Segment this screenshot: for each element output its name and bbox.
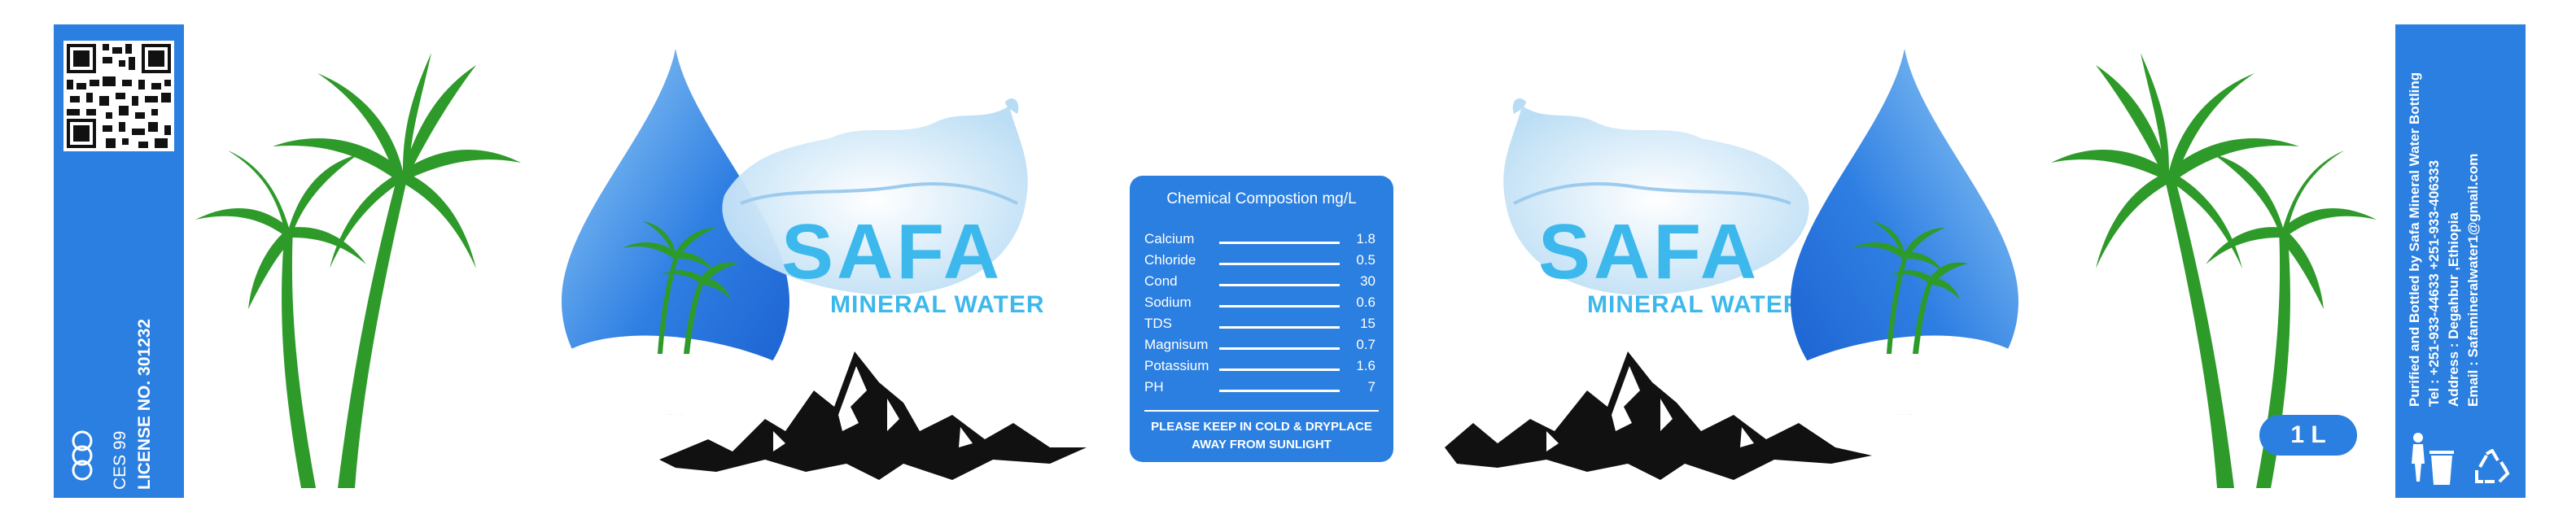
chem-name: Calcium bbox=[1144, 231, 1195, 246]
chem-leader-line bbox=[1219, 284, 1340, 286]
chem-value: 7 bbox=[1367, 379, 1375, 395]
chem-value: 15 bbox=[1360, 316, 1375, 331]
chemical-composition-panel: Chemical Compostion mg/L Calcium 1.8 Chl… bbox=[1130, 176, 1393, 462]
chem-row: Chloride 0.5 bbox=[1144, 252, 1375, 272]
chem-name: Magnisum bbox=[1144, 337, 1209, 352]
chem-leader-line bbox=[1219, 369, 1340, 371]
qr-code bbox=[63, 41, 174, 151]
chem-leader-line bbox=[1219, 347, 1340, 350]
chem-name: TDS bbox=[1144, 316, 1172, 331]
water-drop-right bbox=[1791, 49, 2018, 415]
chem-value: 30 bbox=[1360, 273, 1375, 289]
chem-name: Chloride bbox=[1144, 252, 1196, 268]
chem-leader-line bbox=[1219, 242, 1340, 244]
license-number: LICENSE NO. 301232 bbox=[135, 318, 154, 490]
chem-divider bbox=[1144, 410, 1379, 412]
address-info: Address : Degahbur ,Ethiopia bbox=[2446, 212, 2461, 407]
brand-name-right: SAFA bbox=[1538, 208, 1760, 295]
volume-badge: 1 L bbox=[2259, 415, 2357, 456]
recycle-icon bbox=[2475, 449, 2510, 483]
bottler-info: Purified and Bottled by Safa Mineral Wat… bbox=[2407, 72, 2422, 407]
chem-row: Cond 30 bbox=[1144, 273, 1375, 293]
chem-leader-line bbox=[1219, 263, 1340, 265]
chem-name: Cond bbox=[1144, 273, 1178, 289]
standards-mark-icon bbox=[72, 430, 93, 481]
chem-name: Sodium bbox=[1144, 294, 1192, 310]
email-info: Email : Safamineralwater1@gmail.com bbox=[2465, 153, 2481, 407]
chem-leader-line bbox=[1219, 305, 1340, 307]
chem-row: Potassium 1.6 bbox=[1144, 358, 1375, 377]
right-info-strip: Purified and Bottled by Safa Mineral Wat… bbox=[2395, 24, 2526, 498]
chem-row: PH 7 bbox=[1144, 379, 1375, 399]
left-info-strip: CES 99 LICENSE NO. 301232 bbox=[54, 24, 184, 498]
chem-name: Potassium bbox=[1144, 358, 1209, 373]
chem-value: 1.8 bbox=[1356, 231, 1375, 246]
chem-row: Calcium 1.8 bbox=[1144, 231, 1375, 251]
chem-value: 0.7 bbox=[1356, 337, 1375, 352]
mountains-left bbox=[659, 351, 1087, 480]
storage-note-line2: AWAY FROM SUNLIGHT bbox=[1192, 438, 1332, 451]
dispose-in-bin-icon bbox=[2412, 433, 2454, 485]
brand-name-left: SAFA bbox=[781, 208, 1004, 295]
storage-note-line1: PLEASE KEEP IN COLD & DRYPLACE bbox=[1151, 420, 1372, 434]
chem-leader-line bbox=[1219, 390, 1340, 392]
chem-name: PH bbox=[1144, 379, 1164, 395]
chemical-panel-title: Chemical Compostion mg/L bbox=[1166, 190, 1357, 207]
chem-value: 0.6 bbox=[1356, 294, 1375, 310]
palm-trees-left-icon bbox=[195, 53, 521, 488]
chem-row: Sodium 0.6 bbox=[1144, 294, 1375, 314]
chem-value: 1.6 bbox=[1356, 358, 1375, 373]
brand-tagline-left: MINERAL WATER bbox=[830, 291, 1045, 318]
standard-code: CES 99 bbox=[111, 430, 129, 490]
chem-row: Magnisum 0.7 bbox=[1144, 337, 1375, 356]
phone-info: Tel : +251-933-44633 +251-933-406333 bbox=[2426, 159, 2442, 407]
chem-row: TDS 15 bbox=[1144, 316, 1375, 335]
chem-leader-line bbox=[1219, 326, 1340, 329]
chem-value: 0.5 bbox=[1356, 252, 1375, 268]
brand-tagline-right: MINERAL WATER bbox=[1587, 291, 1802, 318]
